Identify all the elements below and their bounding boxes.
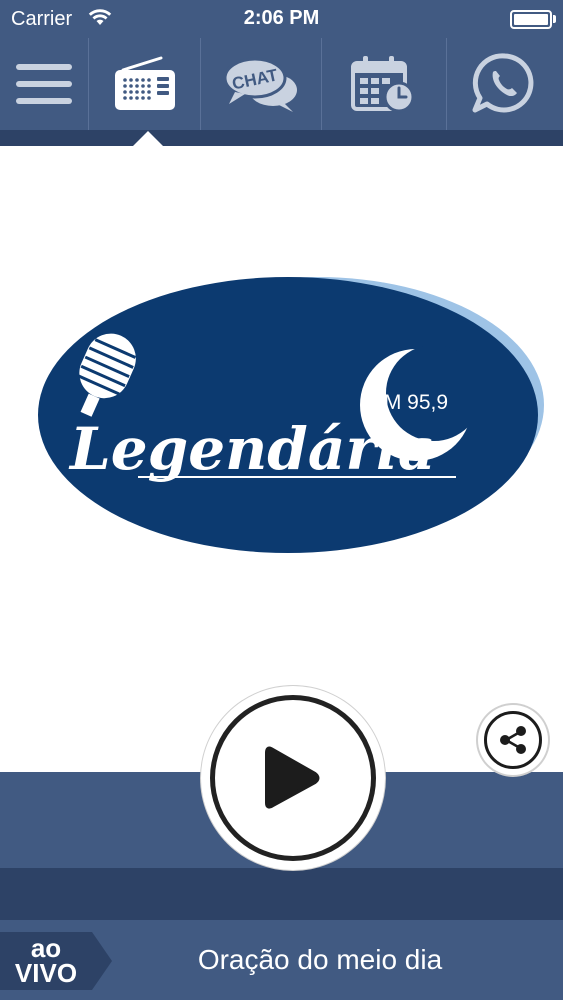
share-button[interactable] [478,705,548,775]
play-icon [265,746,320,809]
logo-frequency: FM 95,9 [371,391,448,414]
nav-schedule-tab[interactable] [322,38,446,130]
chat-bubbles-icon: CHAT [223,57,297,112]
radio-icon [114,56,175,110]
battery-nub [553,15,556,23]
share-icon [500,726,526,754]
nav-whatsapp-tab[interactable] [447,38,563,130]
top-nav: CHAT [0,38,563,130]
share-button-ring [484,711,542,769]
logo-title: Legendária [68,415,436,483]
selected-tab-pointer [132,131,164,147]
station-logo: FM 95,9 Legendária [38,277,544,553]
status-time: 2:06 PM [243,7,320,29]
hamburger-menu-icon [16,64,72,104]
live-line-vivo: VIVO [14,958,78,988]
now-playing-title: Oração do meio dia [197,944,443,975]
nav-underline-strip [0,130,563,146]
app-header: Carrier 2:06 PM CHAT [0,0,563,147]
play-button[interactable] [201,686,385,870]
battery-icon [510,10,552,29]
play-button-ring [210,695,376,861]
whatsapp-icon [472,53,534,113]
status-bar: Carrier 2:06 PM [0,0,563,38]
nav-chat-tab[interactable]: CHAT [201,38,321,130]
nav-radio-tab[interactable] [89,38,200,130]
calendar-clock-icon [351,56,415,113]
nav-menu-button[interactable] [0,38,88,130]
player-band-dark [0,868,563,920]
live-badge-text: ao VIVO [0,935,92,988]
